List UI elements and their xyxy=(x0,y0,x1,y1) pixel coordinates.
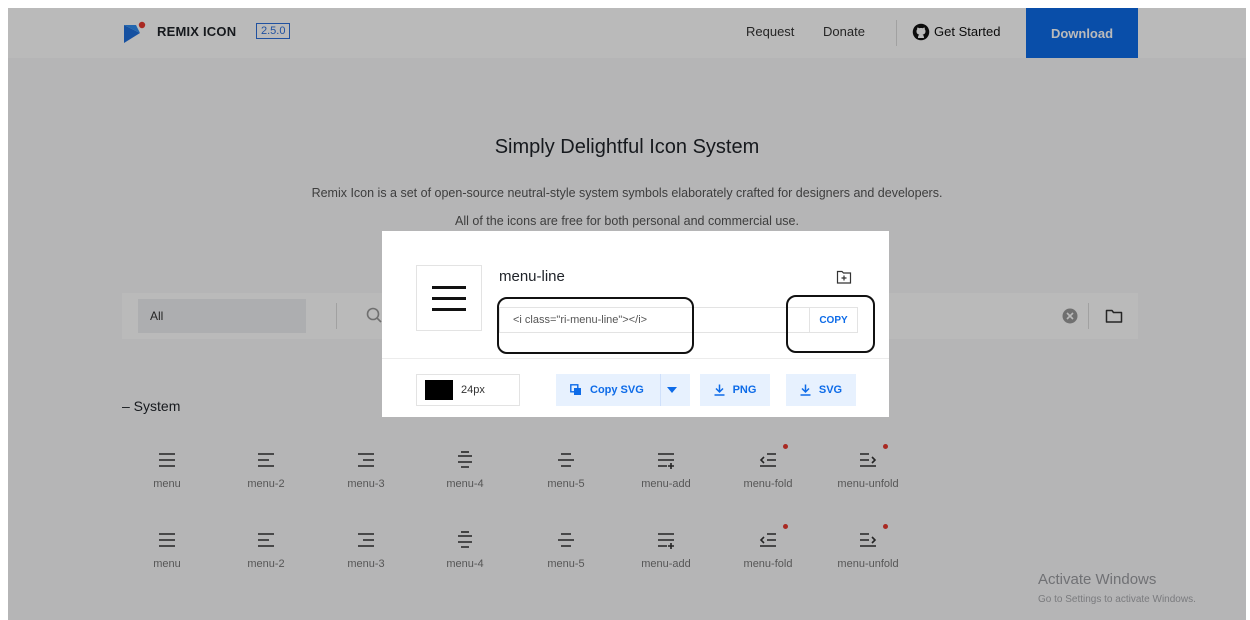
download-icon xyxy=(800,384,811,396)
download-icon xyxy=(714,384,725,396)
png-label: PNG xyxy=(732,384,757,396)
copy-svg-dropdown[interactable] xyxy=(660,374,690,406)
svg-label: SVG xyxy=(818,384,843,396)
page: REMIX ICON 2.5.0 Request Donate Get Star… xyxy=(8,8,1246,620)
icon-preview xyxy=(416,265,482,331)
copy-icon xyxy=(570,384,581,395)
color-size-control[interactable]: 24px xyxy=(416,374,520,406)
icon-name: menu-line xyxy=(499,268,565,285)
modal-divider xyxy=(382,358,889,359)
highlight-ring-copy xyxy=(786,295,875,353)
copy-svg-label: Copy SVG xyxy=(590,384,644,396)
download-svg-button[interactable]: SVG xyxy=(786,374,856,406)
highlight-ring-code xyxy=(497,297,694,354)
download-png-button[interactable]: PNG xyxy=(700,374,770,406)
color-swatch[interactable] xyxy=(425,380,453,400)
add-to-collection-icon[interactable] xyxy=(836,269,852,285)
icon-size-value[interactable]: 24px xyxy=(461,384,485,396)
menu-line-icon xyxy=(432,286,466,311)
copy-svg-button[interactable]: Copy SVG xyxy=(556,374,660,406)
caret-down-icon xyxy=(666,387,677,393)
